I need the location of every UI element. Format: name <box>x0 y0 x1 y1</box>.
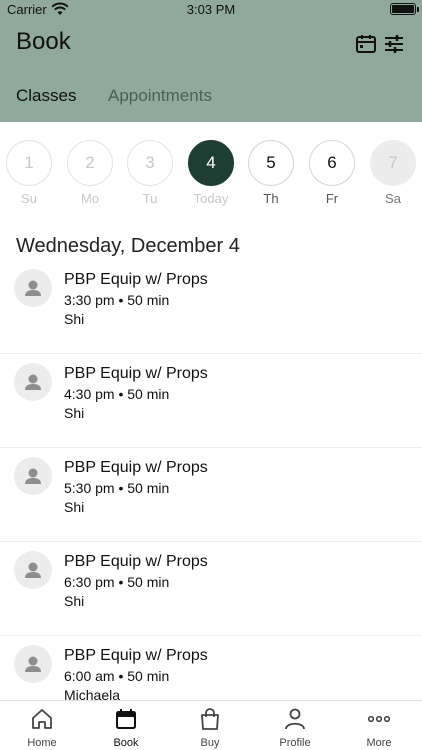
class-list-item[interactable]: PBP Equip w/ Props 6:00 am • 50 min Mich… <box>0 636 422 700</box>
class-name: PBP Equip w/ Props <box>64 647 208 664</box>
day-sunday[interactable]: 1 Su <box>5 140 53 206</box>
more-dots-icon <box>367 715 391 723</box>
tab-buy[interactable]: Buy <box>168 701 252 750</box>
day-monday[interactable]: 2 Mo <box>66 140 114 206</box>
day-thursday[interactable]: 5 Th <box>247 140 295 206</box>
person-placeholder-icon <box>25 280 41 296</box>
class-list-item[interactable]: PBP Equip w/ Props 6:30 pm • 50 min Shi <box>0 542 422 636</box>
class-list: PBP Equip w/ Props 3:30 pm • 50 min Shi … <box>0 260 422 700</box>
tab-classes[interactable]: Classes <box>16 86 76 106</box>
person-placeholder-icon <box>25 562 41 578</box>
person-placeholder-icon <box>25 374 41 390</box>
class-instructor: Michaela <box>64 687 121 700</box>
day-friday[interactable]: 6 Fr <box>308 140 356 206</box>
avatar <box>14 363 52 401</box>
class-time: 3:30 pm • 50 min <box>64 292 170 308</box>
calendar-icon <box>116 709 136 729</box>
day-number: 1 <box>6 140 52 186</box>
class-time: 6:30 pm • 50 min <box>64 574 170 590</box>
day-selector: 1 Su 2 Mo 3 Tu 4 Today 5 Th 6 Fr 7 Sa <box>0 140 422 210</box>
status-time: 3:03 PM <box>186 2 236 17</box>
class-name: PBP Equip w/ Props <box>64 553 208 570</box>
battery-tip <box>417 7 419 12</box>
class-list-item[interactable]: PBP Equip w/ Props 3:30 pm • 50 min Shi <box>0 260 422 354</box>
person-placeholder-icon <box>25 656 41 672</box>
tab-book[interactable]: Book <box>84 701 168 750</box>
class-name: PBP Equip w/ Props <box>64 271 208 288</box>
day-label: Tu <box>142 191 158 206</box>
day-number: 3 <box>127 140 173 186</box>
class-instructor: Shi <box>64 311 85 327</box>
header: Book Classes Appointments <box>0 20 422 122</box>
filter-sliders-icon[interactable] <box>382 32 406 56</box>
day-label: Mo <box>80 191 100 206</box>
day-number: 7 <box>370 140 416 186</box>
tab-label: Profile <box>279 737 311 749</box>
day-label: Today <box>193 191 229 206</box>
person-placeholder-icon <box>25 468 41 484</box>
class-instructor: Shi <box>64 499 85 515</box>
class-list-item[interactable]: PBP Equip w/ Props 4:30 pm • 50 min Shi <box>0 354 422 448</box>
class-list-item[interactable]: PBP Equip w/ Props 5:30 pm • 50 min Shi <box>0 448 422 542</box>
tab-label: Buy <box>200 737 220 749</box>
status-bar: Carrier 3:03 PM <box>0 0 422 20</box>
tab-home[interactable]: Home <box>0 701 84 750</box>
calendar-icon[interactable] <box>354 32 378 56</box>
class-name: PBP Equip w/ Props <box>64 365 208 382</box>
class-time: 5:30 pm • 50 min <box>64 480 170 496</box>
avatar <box>14 551 52 589</box>
day-today[interactable]: 4 Today <box>187 140 235 206</box>
tab-label: Book <box>113 737 139 749</box>
day-label: Th <box>263 191 279 206</box>
date-heading: Wednesday, December 4 <box>16 235 240 257</box>
avatar <box>14 645 52 683</box>
tab-profile[interactable]: Profile <box>253 701 337 750</box>
day-tuesday[interactable]: 3 Tu <box>126 140 174 206</box>
tab-appointments[interactable]: Appointments <box>108 86 212 106</box>
battery-icon <box>390 3 416 15</box>
class-instructor: Shi <box>64 405 85 421</box>
home-icon <box>32 709 52 729</box>
bottom-tab-bar: Home Book Buy Profile More <box>0 700 422 750</box>
tab-label: Home <box>27 737 57 749</box>
day-number: 2 <box>67 140 113 186</box>
day-number: 5 <box>248 140 294 186</box>
day-number: 6 <box>309 140 355 186</box>
day-label: Su <box>21 191 37 206</box>
class-time: 6:00 am • 50 min <box>64 668 170 684</box>
avatar <box>14 269 52 307</box>
shopping-bag-icon <box>201 708 219 730</box>
day-label: Sa <box>385 191 401 206</box>
class-name: PBP Equip w/ Props <box>64 459 208 476</box>
avatar <box>14 457 52 495</box>
person-icon <box>285 708 305 730</box>
day-saturday[interactable]: 7 Sa <box>369 140 417 206</box>
tab-label: More <box>366 737 392 749</box>
class-instructor: Shi <box>64 593 85 609</box>
tab-more[interactable]: More <box>337 701 421 750</box>
page-title: Book <box>16 28 71 55</box>
class-time: 4:30 pm • 50 min <box>64 386 170 402</box>
day-number: 4 <box>188 140 234 186</box>
day-label: Fr <box>325 191 339 206</box>
